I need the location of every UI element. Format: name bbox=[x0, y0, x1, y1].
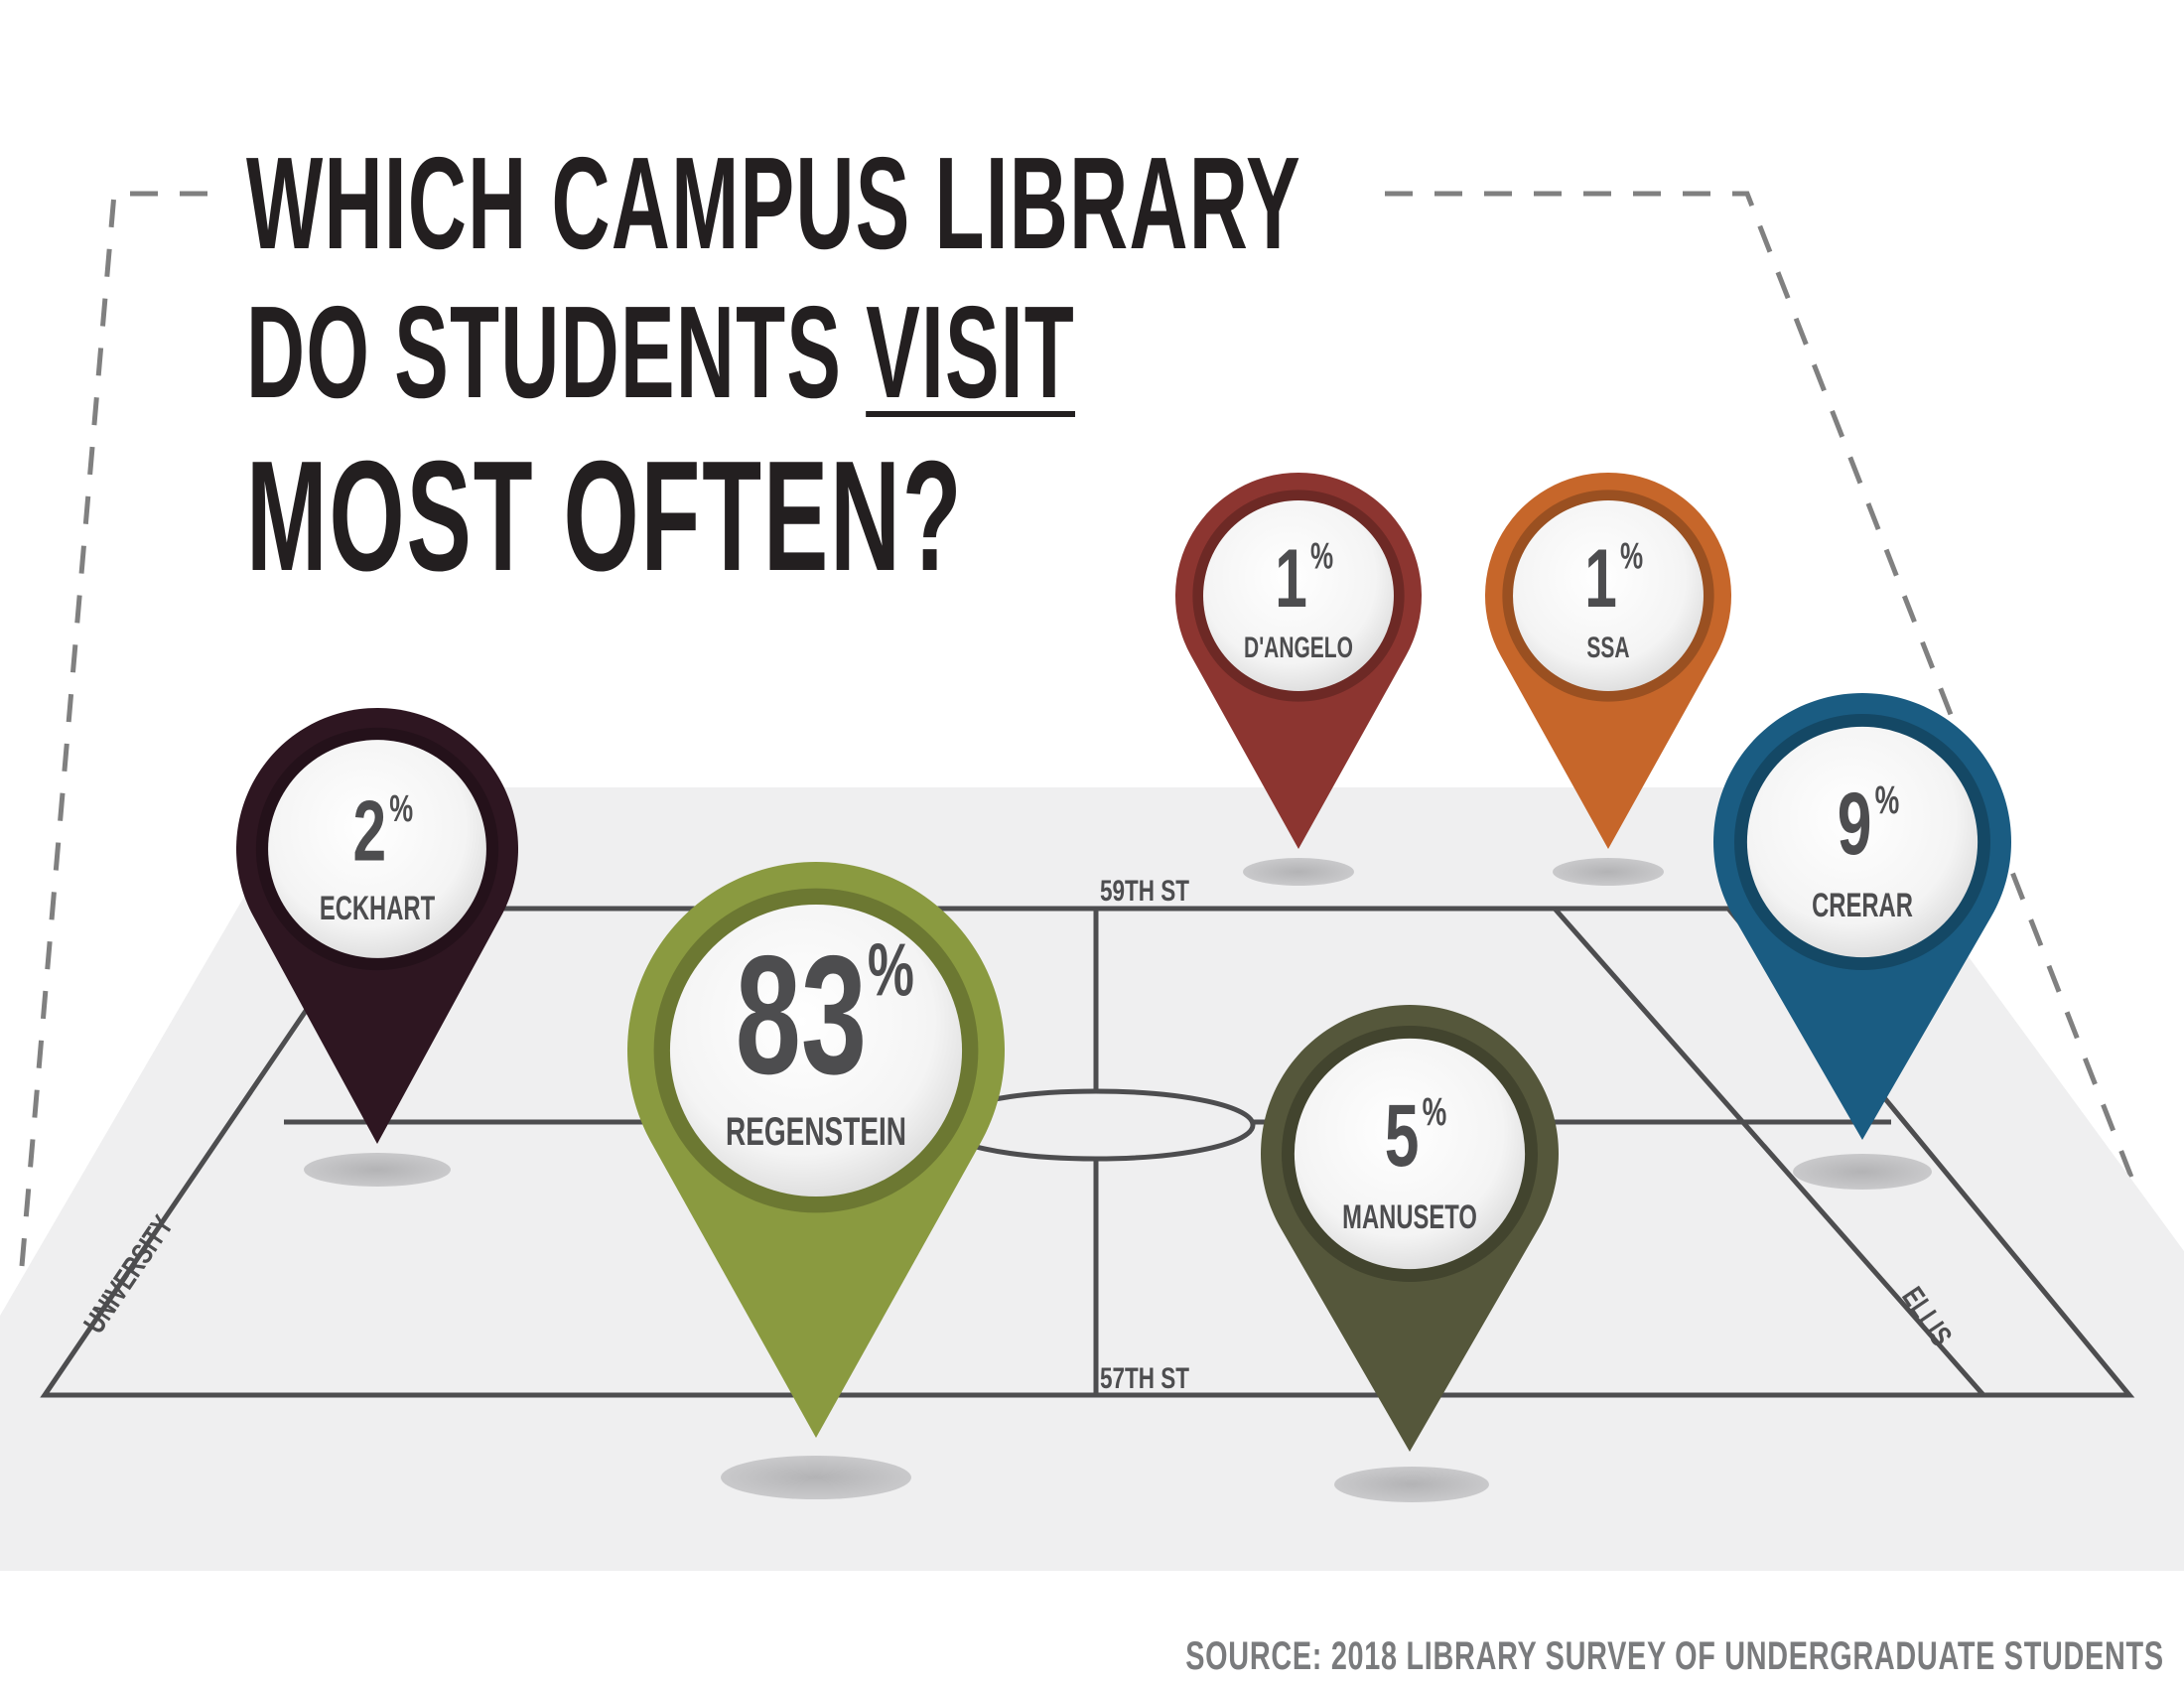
library-percent-unit: % bbox=[1620, 535, 1643, 577]
library-name: REGENSTEIN bbox=[726, 1110, 906, 1154]
pin-shadow bbox=[1553, 858, 1664, 886]
pin-shadow bbox=[721, 1456, 911, 1499]
page-title: WHICH CAMPUS LIBRARY DO STUDENTS VISIT M… bbox=[246, 129, 1301, 606]
title-line-2-prefix: DO STUDENTS bbox=[246, 279, 867, 425]
title-line-1: WHICH CAMPUS LIBRARY bbox=[246, 130, 1301, 276]
library-percent-value: 1 bbox=[1584, 533, 1617, 626]
source-note: SOURCE: 2018 LIBRARY SURVEY OF UNDERGRAD… bbox=[1185, 1634, 2164, 1678]
library-percent-unit: % bbox=[1423, 1090, 1447, 1134]
library-name: ECKHART bbox=[320, 890, 435, 927]
library-percent-unit: % bbox=[1875, 778, 1900, 822]
pin-shadow bbox=[1243, 858, 1354, 886]
street-59th: 59TH ST bbox=[1100, 874, 1189, 908]
library-name: D'ANGELO bbox=[1244, 633, 1353, 664]
pin-shadow bbox=[1334, 1467, 1489, 1502]
title-line-3: MOST OFTEN? bbox=[246, 429, 964, 604]
library-name: CRERAR bbox=[1812, 887, 1913, 924]
title-line-2: DO STUDENTS VISIT bbox=[246, 278, 1301, 427]
library-percent-unit: % bbox=[868, 927, 914, 1012]
library-percent-value: 2 bbox=[353, 782, 387, 879]
library-percent-value: 83 bbox=[736, 921, 867, 1110]
library-percent-unit: % bbox=[1310, 535, 1333, 577]
library-name: SSA bbox=[1586, 633, 1629, 664]
pin-shadow bbox=[1793, 1154, 1932, 1190]
pin-shadow bbox=[304, 1153, 451, 1187]
street-57th: 57TH ST bbox=[1100, 1361, 1189, 1395]
library-percent-value: 9 bbox=[1838, 774, 1872, 874]
library-name: MANUSETO bbox=[1342, 1198, 1477, 1236]
library-percent-unit: % bbox=[389, 787, 413, 830]
title-emphasis-visit: VISIT bbox=[866, 279, 1076, 425]
library-percent-value: 5 bbox=[1385, 1086, 1420, 1186]
